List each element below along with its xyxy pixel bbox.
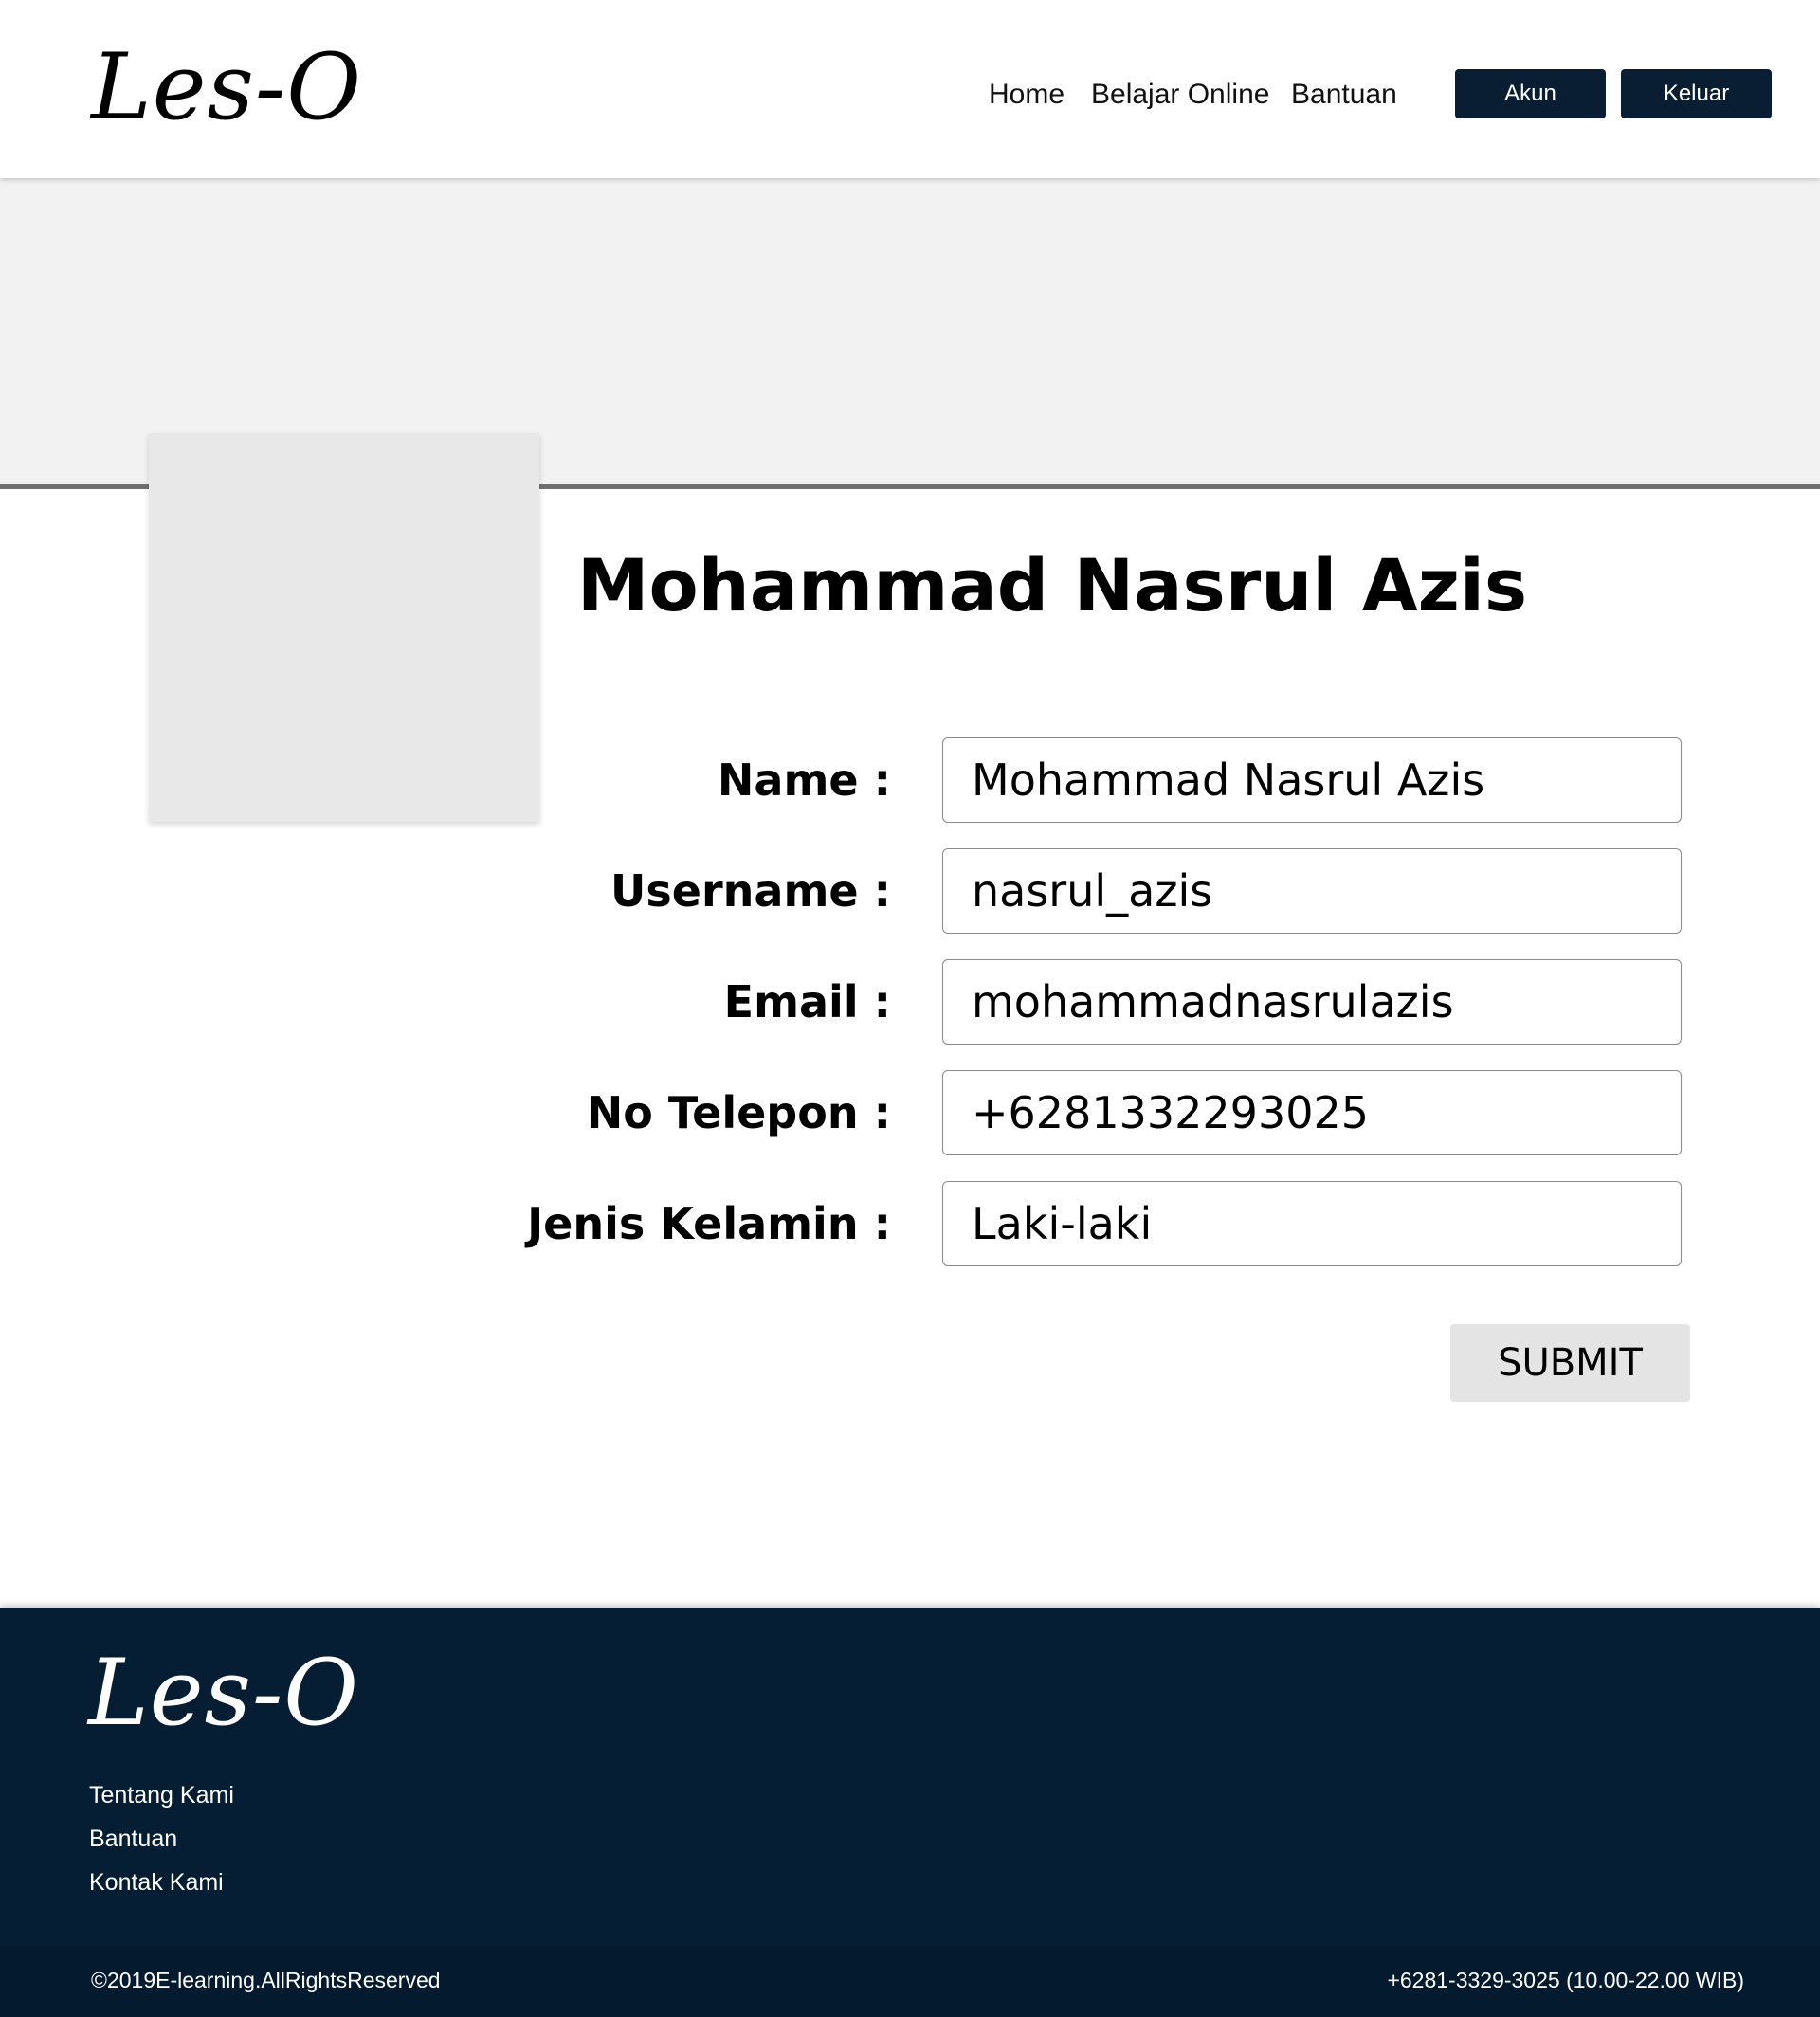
site-header: Les-O Home Belajar Online Bantuan Akun K… xyxy=(0,0,1820,178)
gender-field[interactable] xyxy=(942,1181,1682,1266)
keluar-button[interactable]: Keluar xyxy=(1621,69,1772,118)
username-label: Username : xyxy=(610,865,891,917)
gender-label: Jenis Kelamin : xyxy=(527,1198,891,1249)
submit-button[interactable]: SUBMIT xyxy=(1450,1324,1690,1402)
form-row-phone: No Telepon : xyxy=(0,1070,1820,1155)
copyright-text: ©2019E-learning.AllRightsReserved xyxy=(91,1968,441,1992)
footer-link-tentang-kami[interactable]: Tentang Kami xyxy=(89,1780,234,1810)
email-field[interactable] xyxy=(942,959,1682,1045)
name-field[interactable] xyxy=(942,737,1682,823)
footer-bottom-bar: ©2019E-learning.AllRightsReserved +6281-… xyxy=(0,1945,1820,2017)
footer-link-bantuan[interactable]: Bantuan xyxy=(89,1824,177,1854)
akun-button[interactable]: Akun xyxy=(1455,69,1606,118)
email-label: Email : xyxy=(723,976,891,1027)
form-row-gender: Jenis Kelamin : xyxy=(0,1181,1820,1266)
nav-bantuan[interactable]: Bantuan xyxy=(1291,76,1397,114)
nav-belajar-online[interactable]: Belajar Online xyxy=(1091,76,1269,114)
phone-label: No Telepon : xyxy=(586,1087,891,1138)
username-field[interactable] xyxy=(942,848,1682,934)
footer-logo: Les-O xyxy=(88,1640,359,1746)
nav-home[interactable]: Home xyxy=(989,76,1065,114)
name-label: Name : xyxy=(717,754,891,806)
site-logo[interactable]: Les-O xyxy=(91,30,362,144)
phone-field[interactable] xyxy=(942,1070,1682,1155)
form-row-email: Email : xyxy=(0,959,1820,1045)
footer-link-kontak-kami[interactable]: Kontak Kami xyxy=(89,1867,224,1898)
form-row-username: Username : xyxy=(0,848,1820,934)
profile-name-heading: Mohammad Nasrul Azis xyxy=(576,543,1528,627)
contact-phone-hours: +6281-3329-3025 (10.00-22.00 WIB) xyxy=(1387,1968,1744,1992)
profile-avatar[interactable] xyxy=(149,433,539,822)
